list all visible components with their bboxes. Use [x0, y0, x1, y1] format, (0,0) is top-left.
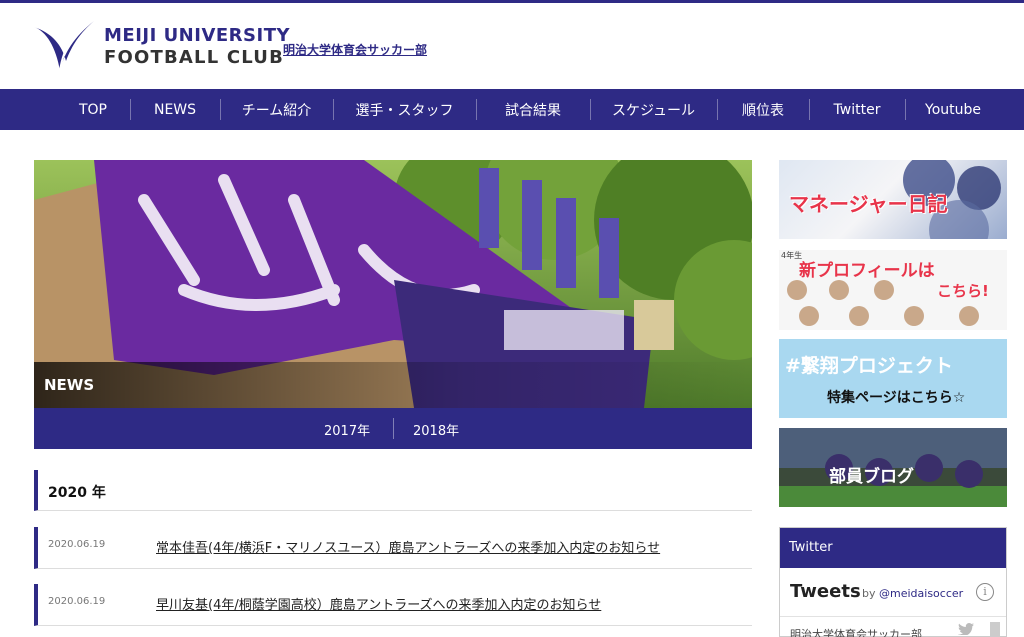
project-banner-line1: #繋翔プロジェクト [785, 355, 953, 377]
tweets-by-label: by [862, 587, 876, 600]
member-blog-banner-text: 部員ブログ [829, 467, 914, 487]
twitter-user-name[interactable]: 明治大学体育会サッカー部 [790, 626, 922, 637]
tweets-title: Tweets [790, 581, 861, 602]
logo-line-1: MEIJI UNIVERSITY [104, 25, 291, 46]
news-item[interactable]: 2020.06.19 早川友基(4年/桐蔭学園高校）鹿島アントラーズへの来季加入… [34, 584, 752, 626]
news-section-title: 2020 年 [48, 485, 106, 501]
club-logo-text[interactable]: MEIJI UNIVERSITY FOOTBALL CLUB [104, 25, 290, 69]
tab-2018[interactable]: 2018年 [413, 420, 459, 439]
nav-item-youtube[interactable]: Youtube [905, 89, 1001, 130]
logo-line-2: FOOTBALL CLUB [104, 47, 285, 68]
profile-banner[interactable]: 4年生 新プロフィールは こちら! [779, 250, 1007, 330]
news-date: 2020.06.19 [48, 539, 106, 550]
site-header: MEIJI UNIVERSITY FOOTBALL CLUB 明治大学体育会サッ… [0, 3, 1024, 89]
profile-banner-line2: こちら! [937, 282, 989, 300]
year-tabs: 2017年 2018年 [34, 408, 752, 449]
twitter-divider [780, 616, 1006, 617]
manager-diary-banner-text: マネージャー日記 [789, 192, 948, 216]
year-tab-divider [393, 418, 394, 439]
twitter-widget: Twitter Tweets by @meidaisoccer i 明治大学体育… [779, 527, 1007, 637]
main-nav: TOP NEWS チーム紹介 選手・スタッフ 試合結果 スケジュール 順位表 T… [0, 89, 1024, 130]
nav-item-team[interactable]: チーム紹介 [220, 89, 333, 130]
nav-item-results[interactable]: 試合結果 [476, 89, 590, 130]
nav-item-news[interactable]: NEWS [130, 89, 220, 130]
info-icon[interactable]: i [976, 583, 994, 601]
hero-news-label-text: NEWS [44, 376, 95, 394]
tweets-by: by @meidaisoccer [862, 587, 963, 600]
project-banner-line2: 特集ページはこちら☆ [827, 390, 966, 406]
manager-diary-banner[interactable]: マネージャー日記 [779, 160, 1007, 239]
nav-item-schedule[interactable]: スケジュール [590, 89, 717, 130]
hero-news-label: NEWS [34, 362, 752, 408]
news-title-link[interactable]: 常本佳吾(4年/横浜F・マリノスユース）鹿島アントラーズへの来季加入内定のお知ら… [156, 537, 660, 556]
twitter-widget-header-title: Twitter [789, 540, 833, 555]
news-section-heading: 2020 年 [34, 470, 752, 511]
nav-item-top[interactable]: TOP [56, 89, 130, 130]
news-item[interactable]: 2020.06.19 常本佳吾(4年/横浜F・マリノスユース）鹿島アントラーズへ… [34, 527, 752, 569]
twitter-scrollbar[interactable] [990, 622, 1000, 636]
nav-item-twitter[interactable]: Twitter [809, 89, 905, 130]
member-blog-banner[interactable]: 部員ブログ [779, 428, 1007, 507]
tab-2017[interactable]: 2017年 [324, 420, 370, 439]
project-banner[interactable]: #繋翔プロジェクト 特集ページはこちら☆ [779, 339, 1007, 418]
nav-item-standings[interactable]: 順位表 [717, 89, 809, 130]
club-japanese-name-link[interactable]: 明治大学体育会サッカー部 [283, 41, 427, 58]
twitter-handle-link[interactable]: @meidaisoccer [879, 587, 963, 600]
twitter-bird-icon [958, 623, 974, 635]
nav-item-players-staff[interactable]: 選手・スタッフ [333, 89, 476, 130]
news-title-link[interactable]: 早川友基(4年/桐蔭学園高校）鹿島アントラーズへの来季加入内定のお知らせ [156, 594, 601, 613]
news-date: 2020.06.19 [48, 596, 106, 607]
profile-banner-line1: 新プロフィールは [799, 261, 935, 281]
twitter-widget-header: Twitter [780, 528, 1006, 568]
club-logo-icon[interactable] [32, 17, 96, 73]
